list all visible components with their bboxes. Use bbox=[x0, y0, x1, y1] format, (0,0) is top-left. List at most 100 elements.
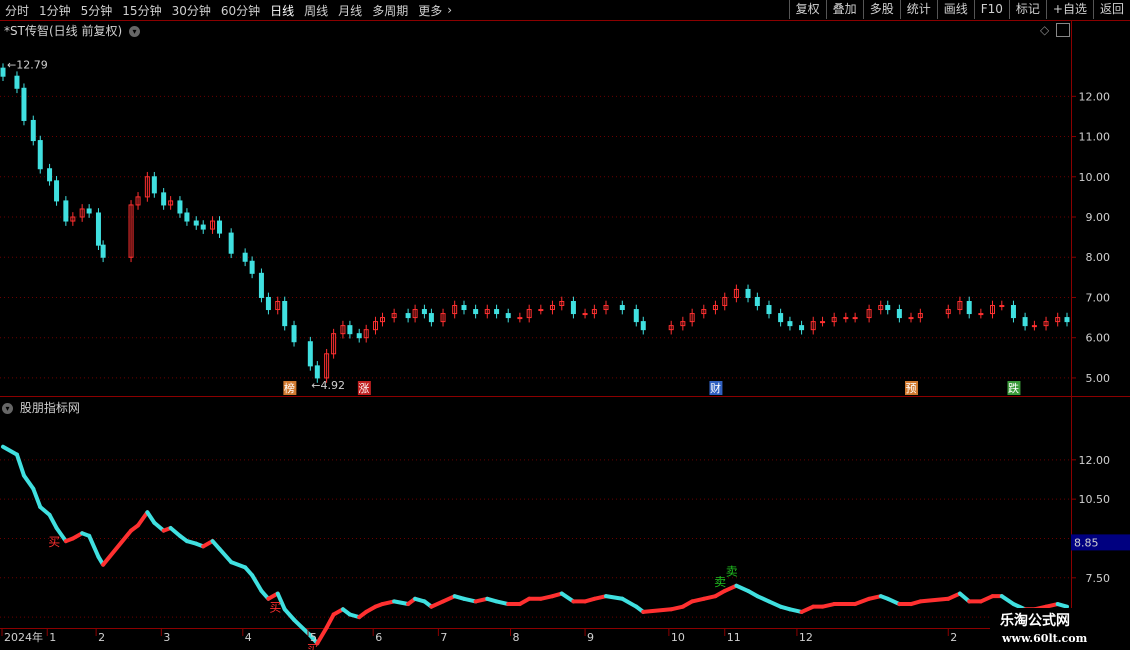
candle-body bbox=[745, 288, 751, 298]
candle-body bbox=[852, 317, 858, 320]
candle-body bbox=[494, 309, 500, 315]
indicator-segment bbox=[559, 591, 576, 604]
candle-body bbox=[843, 317, 849, 320]
indicator-segment bbox=[101, 528, 134, 567]
indicator-segment bbox=[604, 594, 625, 601]
candle-body bbox=[633, 309, 639, 323]
y-tick-label: 5.00 bbox=[1086, 372, 1111, 385]
indicator-segment bbox=[229, 560, 248, 570]
candle-body bbox=[265, 296, 271, 311]
candle-body bbox=[63, 200, 69, 222]
signal-label: 卖 bbox=[714, 575, 726, 589]
candle-body bbox=[47, 168, 53, 182]
indicator-segment bbox=[14, 452, 26, 478]
candle-body bbox=[473, 309, 479, 315]
x-tick-label: 3 bbox=[163, 631, 170, 644]
indicator-segment bbox=[87, 533, 101, 559]
indicator-segment bbox=[1, 444, 19, 457]
candle-body bbox=[95, 212, 101, 246]
y-tick-label: 9.00 bbox=[1086, 211, 1111, 224]
candle-body bbox=[570, 300, 576, 315]
candle-body bbox=[356, 333, 362, 339]
watermark-line2: www.60lt.com bbox=[1002, 632, 1088, 645]
candle-body bbox=[405, 313, 411, 319]
candle-body bbox=[421, 309, 427, 315]
candle-body bbox=[37, 140, 43, 170]
x-tick-label: 7 bbox=[440, 631, 447, 644]
indicator-segment bbox=[217, 546, 234, 565]
candle-body bbox=[766, 305, 772, 315]
candle-body bbox=[258, 272, 264, 298]
candle-body bbox=[217, 220, 223, 234]
candle-body bbox=[896, 309, 902, 319]
y-tick-label: 10.00 bbox=[1079, 171, 1111, 184]
candle-body bbox=[151, 176, 157, 194]
candle-body bbox=[1064, 317, 1070, 323]
indicator-segment bbox=[620, 596, 639, 609]
x-tick-label: 1 bbox=[49, 631, 56, 644]
candle-body bbox=[14, 75, 20, 89]
indicator-segment bbox=[136, 510, 150, 528]
candle-body bbox=[86, 208, 92, 214]
candle-body bbox=[21, 87, 27, 121]
signal-label: 买 bbox=[48, 535, 60, 549]
candle-body bbox=[1022, 317, 1028, 327]
candle-body bbox=[754, 296, 760, 307]
x-tick-label: 2 bbox=[98, 631, 105, 644]
candle-body bbox=[966, 300, 972, 315]
candle-body bbox=[885, 305, 891, 311]
x-tick-label: 11 bbox=[727, 631, 741, 644]
indicator-segment bbox=[21, 473, 36, 491]
candle-body bbox=[177, 200, 183, 214]
x-tick-label: 2 bbox=[950, 631, 957, 644]
candle-body bbox=[184, 212, 190, 222]
candle-body bbox=[799, 325, 805, 331]
candle-body bbox=[30, 119, 36, 142]
candle-body bbox=[242, 252, 248, 262]
indicator-segment bbox=[918, 596, 951, 604]
candle-body bbox=[461, 305, 467, 311]
candle-body bbox=[999, 305, 1005, 308]
indicator-segment bbox=[999, 594, 1016, 607]
indicator-segment bbox=[282, 607, 297, 622]
watermark-line1: 乐淘公式网 bbox=[1000, 613, 1070, 629]
candle-body bbox=[978, 313, 984, 316]
low-price-label: ←4.92 bbox=[311, 379, 345, 392]
candle-body bbox=[428, 313, 434, 323]
signal-label: 买 bbox=[269, 601, 281, 615]
candle-body bbox=[54, 180, 60, 202]
candle-body bbox=[100, 244, 106, 258]
candle-body bbox=[582, 313, 588, 316]
indicator-segment bbox=[47, 512, 59, 530]
indicator-segment bbox=[1055, 602, 1069, 609]
y-tick-label: 10.50 bbox=[1079, 493, 1111, 506]
x-tick-label: 12 bbox=[799, 631, 813, 644]
candle-body bbox=[200, 224, 206, 230]
candle-body bbox=[778, 313, 784, 323]
x-tick-label: 4 bbox=[245, 631, 252, 644]
event-marker-label: 财 bbox=[710, 381, 721, 395]
x-tick-label: 9 bbox=[587, 631, 594, 644]
candle-body bbox=[282, 300, 288, 327]
candle-body bbox=[538, 309, 544, 312]
candle-body bbox=[0, 67, 6, 77]
y-tick-label: 7.50 bbox=[1086, 572, 1111, 585]
event-marker-label: 预 bbox=[906, 382, 917, 395]
y-tick-label: 6.00 bbox=[1086, 332, 1111, 345]
y-tick-label: 7.00 bbox=[1086, 291, 1111, 304]
candle-body bbox=[347, 325, 353, 335]
y-tick-label: 8.00 bbox=[1086, 251, 1111, 264]
candle-body bbox=[249, 260, 255, 274]
candle-body bbox=[908, 317, 914, 320]
candle-body bbox=[517, 317, 523, 320]
stock-chart: 12.00 11.00 10.00 9.00 8.00 7.00 6.00 5.00 12.00… bbox=[0, 59, 1130, 650]
candle-body bbox=[307, 341, 313, 367]
indicator-segment bbox=[641, 607, 674, 614]
event-marker-label: 榜 bbox=[284, 381, 295, 395]
candle-body bbox=[619, 305, 625, 311]
x-tick-label: 8 bbox=[513, 631, 520, 644]
x-tick-label: 2024年 bbox=[4, 630, 43, 644]
indicator-segment bbox=[853, 596, 872, 607]
candle-body bbox=[291, 325, 297, 343]
event-marker-label: 跌 bbox=[1008, 381, 1019, 395]
